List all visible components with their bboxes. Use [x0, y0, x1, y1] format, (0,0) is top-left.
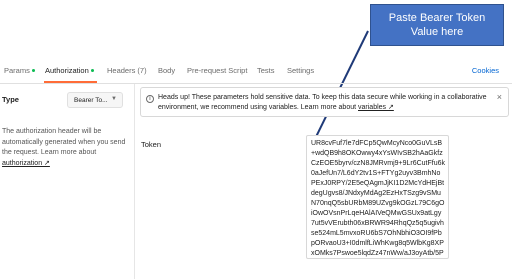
tab-settings[interactable]: Settings	[287, 66, 314, 75]
variables-link[interactable]: variables ↗	[358, 104, 394, 111]
request-tabs: Params Authorization Headers (7) Body Pr…	[0, 60, 512, 84]
info-icon: i	[146, 95, 154, 103]
auth-type-panel: Type Bearer To... ▼ The authorization he…	[0, 84, 135, 279]
cookies-link[interactable]: Cookies	[472, 66, 499, 75]
auth-type-label: Type	[2, 95, 19, 104]
auth-note: The authorization header will be automat…	[2, 127, 134, 169]
token-label: Token	[141, 140, 162, 149]
paste-token-callout: Paste Bearer Token Value here	[370, 4, 504, 46]
callout-line-2: Value here	[410, 26, 464, 38]
tab-params[interactable]: Params	[4, 66, 36, 75]
authorization-link[interactable]: authorization ↗	[2, 160, 50, 167]
tab-authorization-label: Authorization	[45, 66, 89, 75]
close-icon[interactable]: ×	[497, 92, 502, 102]
tab-params-indicator	[31, 68, 36, 72]
tab-pre-request-script[interactable]: Pre-request Script	[187, 66, 247, 75]
active-tab-underline	[44, 81, 97, 83]
tab-body[interactable]: Body	[158, 66, 175, 75]
banner-message: Heads up! These parameters hold sensitiv…	[158, 94, 487, 111]
banner-text: Heads up! These parameters hold sensitiv…	[158, 93, 498, 113]
tab-tests[interactable]: Tests	[257, 66, 275, 75]
auth-type-value: Bearer To...	[74, 97, 108, 104]
tab-authorization[interactable]: Authorization	[45, 66, 95, 75]
auth-note-text: The authorization header will be automat…	[2, 128, 126, 156]
chevron-down-icon: ▼	[111, 96, 117, 102]
tab-authorization-indicator	[90, 68, 95, 72]
auth-type-select[interactable]: Bearer To... ▼	[67, 92, 123, 108]
sensitive-data-banner: i Heads up! These parameters hold sensit…	[140, 87, 509, 117]
callout-line-1: Paste Bearer Token	[388, 12, 486, 24]
tab-params-label: Params	[4, 66, 30, 75]
token-input[interactable]: UR8cvFuf7le7dFCp5QwMcyNco0GuVLsB+wdQB9h8…	[306, 135, 449, 259]
tab-headers[interactable]: Headers (7)	[107, 66, 147, 75]
